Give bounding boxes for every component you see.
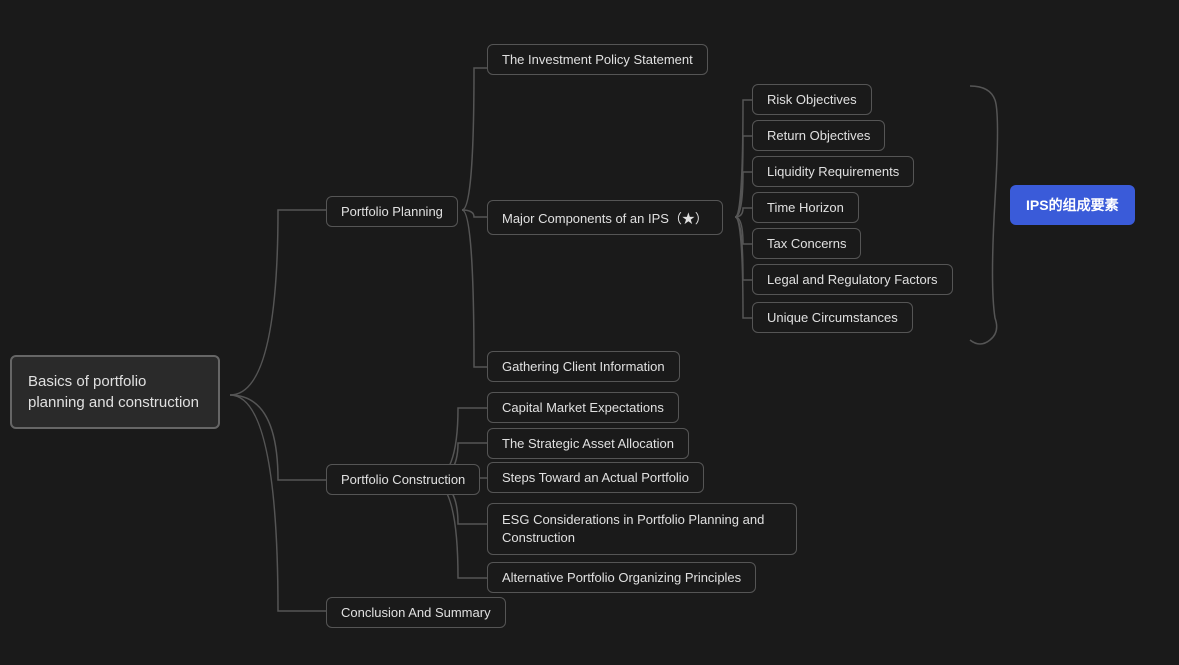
node-ips: The Investment Policy Statement <box>487 44 708 75</box>
node-portfolio-construction: Portfolio Construction <box>326 464 480 495</box>
apop-label: Alternative Portfolio Organizing Princip… <box>487 562 756 593</box>
time-label: Time Horizon <box>752 192 859 223</box>
node-cme: Capital Market Expectations <box>487 392 679 423</box>
major-ips-label: Major Components of an IPS（★） <box>487 200 723 235</box>
gathering-label: Gathering Client Information <box>487 351 680 382</box>
node-conclusion: Conclusion And Summary <box>326 597 506 628</box>
node-liquidity: Liquidity Requirements <box>752 156 914 187</box>
ips-badge: IPS的组成要素 <box>1010 185 1135 225</box>
node-risk: Risk Objectives <box>752 84 872 115</box>
node-esg: ESG Considerations in Portfolio Planning… <box>487 503 797 555</box>
badge-label: IPS的组成要素 <box>1010 185 1135 225</box>
portfolio-planning-label: Portfolio Planning <box>326 196 458 227</box>
node-time: Time Horizon <box>752 192 859 223</box>
node-apop: Alternative Portfolio Organizing Princip… <box>487 562 756 593</box>
legal-label: Legal and Regulatory Factors <box>752 264 953 295</box>
cme-label: Capital Market Expectations <box>487 392 679 423</box>
root-label: Basics of portfolio planning and constru… <box>10 355 220 429</box>
ips-label: The Investment Policy Statement <box>487 44 708 75</box>
portfolio-construction-label: Portfolio Construction <box>326 464 480 495</box>
steps-label: Steps Toward an Actual Portfolio <box>487 462 704 493</box>
node-unique: Unique Circumstances <box>752 302 913 333</box>
return-label: Return Objectives <box>752 120 885 151</box>
node-saa: The Strategic Asset Allocation <box>487 428 689 459</box>
node-tax: Tax Concerns <box>752 228 861 259</box>
root-node: Basics of portfolio planning and constru… <box>10 355 230 429</box>
unique-label: Unique Circumstances <box>752 302 913 333</box>
esg-label: ESG Considerations in Portfolio Planning… <box>487 503 797 555</box>
liquidity-label: Liquidity Requirements <box>752 156 914 187</box>
saa-label: The Strategic Asset Allocation <box>487 428 689 459</box>
tax-label: Tax Concerns <box>752 228 861 259</box>
node-return: Return Objectives <box>752 120 885 151</box>
node-portfolio-planning: Portfolio Planning <box>326 196 458 227</box>
conclusion-label: Conclusion And Summary <box>326 597 506 628</box>
node-gathering: Gathering Client Information <box>487 351 680 382</box>
node-major-ips: Major Components of an IPS（★） <box>487 200 723 235</box>
node-legal: Legal and Regulatory Factors <box>752 264 953 295</box>
mindmap-canvas: Basics of portfolio planning and constru… <box>0 0 1179 665</box>
node-steps: Steps Toward an Actual Portfolio <box>487 462 704 493</box>
risk-label: Risk Objectives <box>752 84 872 115</box>
